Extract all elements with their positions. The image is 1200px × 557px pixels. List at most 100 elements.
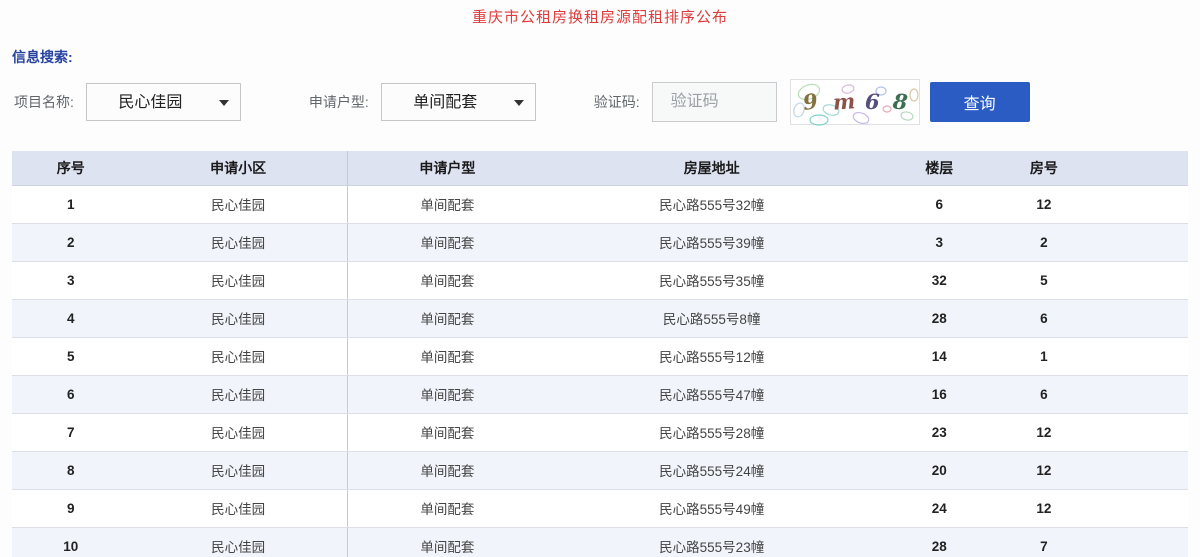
query-button[interactable]: 查询 [930, 82, 1030, 122]
cell-index: 8 [12, 451, 130, 489]
cell-filler [1086, 261, 1188, 299]
cell-unit-type: 单间配套 [347, 527, 547, 557]
results-table-wrap: 序号申请小区申请户型房屋地址楼层房号 1民心佳园单间配套民心路555号32幢61… [12, 151, 1188, 557]
cell-index: 1 [12, 185, 130, 223]
cell-community: 民心佳园 [130, 413, 348, 451]
cell-community: 民心佳园 [130, 337, 348, 375]
captcha-char: 6 [864, 89, 879, 114]
cell-unit-type: 单间配套 [347, 375, 547, 413]
table-row: 5民心佳园单间配套民心路555号12幢141 [12, 337, 1188, 375]
page-title: 重庆市公租房换租房源配租排序公布 [0, 0, 1200, 27]
cell-community: 民心佳园 [130, 223, 348, 261]
cell-community: 民心佳园 [130, 527, 348, 557]
cell-address: 民心路555号49幢 [547, 489, 876, 527]
cell-index: 6 [12, 375, 130, 413]
cell-address: 民心路555号39幢 [547, 223, 876, 261]
cell-unit-type: 单间配套 [347, 261, 547, 299]
captcha-char: 9 [801, 88, 819, 115]
project-name-select[interactable]: 民心佳园 [86, 83, 241, 121]
cell-unit-type: 单间配套 [347, 299, 547, 337]
unit-type-select-wrap: 单间配套 [381, 83, 536, 121]
cell-filler [1086, 527, 1188, 557]
column-header-address: 房屋地址 [547, 151, 876, 185]
cell-filler [1086, 375, 1188, 413]
results-table: 序号申请小区申请户型房屋地址楼层房号 1民心佳园单间配套民心路555号32幢61… [12, 151, 1188, 557]
cell-community: 民心佳园 [130, 375, 348, 413]
cell-room: 12 [1002, 185, 1085, 223]
cell-address: 民心路555号23幢 [547, 527, 876, 557]
cell-floor: 24 [876, 489, 1002, 527]
table-row: 8民心佳园单间配套民心路555号24幢2012 [12, 451, 1188, 489]
table-row: 6民心佳园单间配套民心路555号47幢166 [12, 375, 1188, 413]
captcha-input[interactable] [652, 82, 777, 122]
cell-unit-type: 单间配套 [347, 413, 547, 451]
cell-room: 6 [1002, 299, 1085, 337]
cell-filler [1086, 489, 1188, 527]
captcha-label: 验证码: [594, 92, 640, 112]
cell-room: 12 [1002, 489, 1085, 527]
cell-filler [1086, 223, 1188, 261]
cell-filler [1086, 413, 1188, 451]
search-section-label: 信息搜索: [12, 47, 1200, 67]
cell-address: 民心路555号32幢 [547, 185, 876, 223]
cell-filler [1086, 299, 1188, 337]
cell-floor: 23 [876, 413, 1002, 451]
cell-unit-type: 单间配套 [347, 489, 547, 527]
column-header-room: 房号 [1002, 151, 1085, 185]
cell-community: 民心佳园 [130, 451, 348, 489]
cell-index: 9 [12, 489, 130, 527]
cell-floor: 16 [876, 375, 1002, 413]
column-header-filler [1086, 151, 1188, 185]
project-name-label: 项目名称: [14, 92, 74, 112]
cell-room: 2 [1002, 223, 1085, 261]
cell-community: 民心佳园 [130, 261, 348, 299]
cell-floor: 20 [876, 451, 1002, 489]
captcha-image[interactable]: 9m68 [790, 79, 920, 125]
column-header-index: 序号 [12, 151, 130, 185]
cell-address: 民心路555号47幢 [547, 375, 876, 413]
cell-floor: 28 [876, 527, 1002, 557]
cell-address: 民心路555号28幢 [547, 413, 876, 451]
cell-room: 7 [1002, 527, 1085, 557]
cell-address: 民心路555号8幢 [547, 299, 876, 337]
search-form: 项目名称: 民心佳园 申请户型: 单间配套 验证码: 9m68 查 [14, 79, 1200, 125]
cell-index: 10 [12, 527, 130, 557]
unit-type-label: 申请户型: [309, 92, 369, 112]
column-header-unit-type: 申请户型 [347, 151, 547, 185]
cell-floor: 3 [876, 223, 1002, 261]
table-row: 7民心佳园单间配套民心路555号28幢2312 [12, 413, 1188, 451]
column-header-community: 申请小区 [130, 151, 348, 185]
cell-index: 3 [12, 261, 130, 299]
cell-filler [1086, 185, 1188, 223]
cell-index: 2 [12, 223, 130, 261]
cell-unit-type: 单间配套 [347, 337, 547, 375]
cell-unit-type: 单间配套 [347, 185, 547, 223]
cell-filler [1086, 451, 1188, 489]
cell-floor: 28 [876, 299, 1002, 337]
cell-room: 12 [1002, 413, 1085, 451]
unit-type-select[interactable]: 单间配套 [381, 83, 536, 121]
cell-filler [1086, 337, 1188, 375]
cell-community: 民心佳园 [130, 185, 348, 223]
cell-unit-type: 单间配套 [347, 223, 547, 261]
cell-floor: 6 [876, 185, 1002, 223]
captcha-char: 8 [891, 88, 908, 114]
captcha-char: m [832, 88, 856, 114]
table-row: 2民心佳园单间配套民心路555号39幢32 [12, 223, 1188, 261]
table-row: 1民心佳园单间配套民心路555号32幢612 [12, 185, 1188, 223]
cell-address: 民心路555号12幢 [547, 337, 876, 375]
cell-floor: 14 [876, 337, 1002, 375]
column-header-floor: 楼层 [876, 151, 1002, 185]
cell-index: 5 [12, 337, 130, 375]
cell-room: 5 [1002, 261, 1085, 299]
table-row: 4民心佳园单间配套民心路555号8幢286 [12, 299, 1188, 337]
cell-index: 7 [12, 413, 130, 451]
cell-floor: 32 [876, 261, 1002, 299]
table-row: 9民心佳园单间配套民心路555号49幢2412 [12, 489, 1188, 527]
table-row: 10民心佳园单间配套民心路555号23幢287 [12, 527, 1188, 557]
cell-community: 民心佳园 [130, 299, 348, 337]
cell-unit-type: 单间配套 [347, 451, 547, 489]
captcha-text: 9m68 [791, 80, 919, 124]
project-name-select-wrap: 民心佳园 [86, 83, 241, 121]
cell-room: 6 [1002, 375, 1085, 413]
